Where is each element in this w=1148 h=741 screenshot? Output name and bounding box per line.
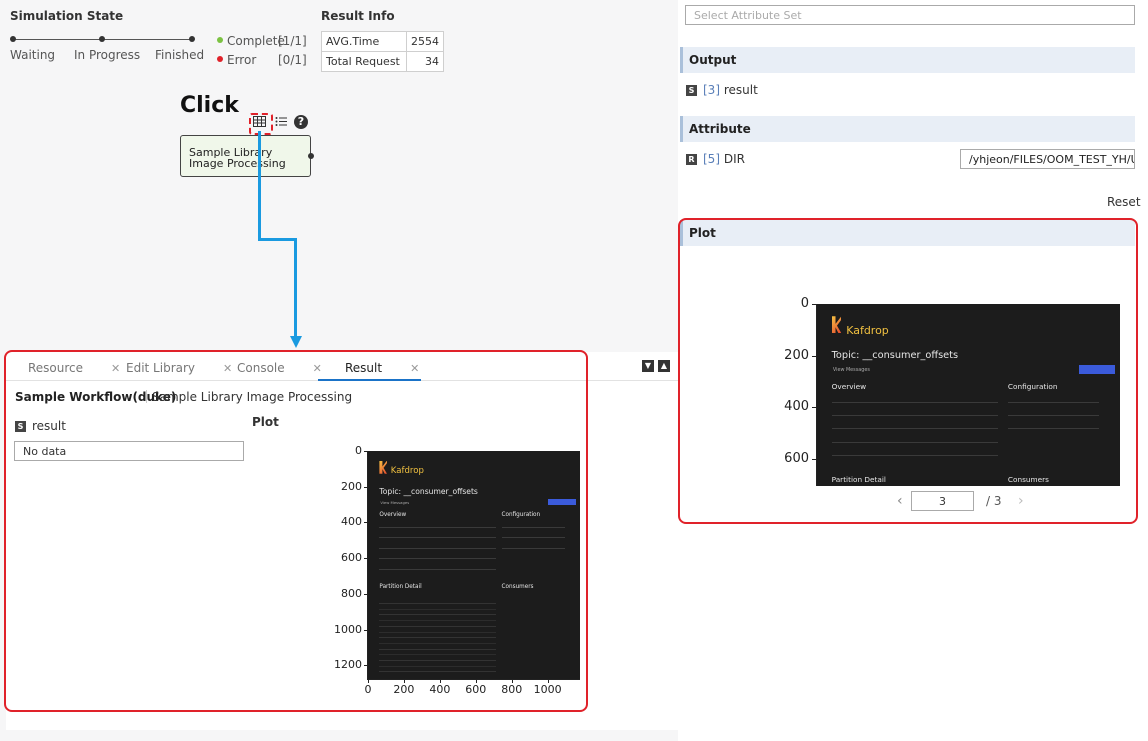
error-label: Error (227, 53, 257, 67)
step-label-in-progress: In Progress (74, 48, 141, 62)
table-row: AVG.Time 2554 (321, 31, 444, 52)
table-row: Total Request 34 (321, 51, 444, 72)
node-label: Sample Library Image Processing (189, 146, 286, 170)
result-info-label: AVG.Time (321, 31, 407, 52)
output-entry-name: result (723, 83, 758, 97)
reset-button[interactable]: Reset (1107, 195, 1141, 209)
attribute-entry: R [5] DIR (686, 152, 745, 166)
resource-type-icon: R (686, 154, 697, 165)
output-entry[interactable]: S [3] result (686, 83, 758, 97)
complete-label: Complete (227, 34, 285, 48)
result-info-value: 34 (406, 51, 444, 72)
plot-highlight (678, 218, 1138, 524)
expand-up-icon[interactable]: ▲ (658, 360, 670, 372)
result-info-table: AVG.Time 2554 Total Request 34 (321, 31, 444, 72)
simulation-state-title: Simulation State (10, 9, 124, 23)
result-info-title: Result Info (321, 9, 395, 23)
dir-input[interactable]: /yhjeon/FILES/OOM_TEST_YH/Unz (960, 149, 1135, 169)
error-status-dot (217, 56, 223, 62)
attribute-name: DIR (723, 152, 745, 166)
step-label-waiting: Waiting (10, 48, 56, 62)
help-icon[interactable]: ? (294, 115, 308, 129)
string-type-icon: S (686, 85, 697, 96)
error-count: [0/1] (278, 53, 307, 67)
output-section-header: Output (680, 47, 1135, 73)
result-highlight (4, 350, 588, 712)
attribute-index: [5] (703, 152, 720, 166)
complete-count: [1/1] (278, 34, 307, 48)
step-dot-finished (189, 36, 195, 42)
arrow-head-icon (290, 336, 302, 348)
arrow-segment (258, 238, 297, 241)
arrow-segment (258, 131, 261, 241)
click-annotation: Click (180, 93, 239, 118)
list-icon[interactable] (274, 115, 288, 129)
arrow-segment (294, 238, 297, 336)
workflow-node[interactable]: Sample Library Image Processing (180, 135, 314, 177)
result-info-label: Total Request (321, 51, 407, 72)
collapse-down-icon[interactable]: ▼ (642, 360, 654, 372)
node-output-port[interactable] (308, 153, 314, 159)
step-dot-in-progress (99, 36, 105, 42)
step-label-finished: Finished (155, 48, 205, 62)
attribute-section-header: Attribute (680, 116, 1135, 142)
complete-status-dot (217, 37, 223, 43)
result-info-value: 2554 (406, 31, 444, 52)
step-dot-waiting (10, 36, 16, 42)
attribute-set-select[interactable]: Select Attribute Set (685, 5, 1135, 25)
grid-icon[interactable] (252, 115, 266, 129)
output-index: [3] (703, 83, 720, 97)
